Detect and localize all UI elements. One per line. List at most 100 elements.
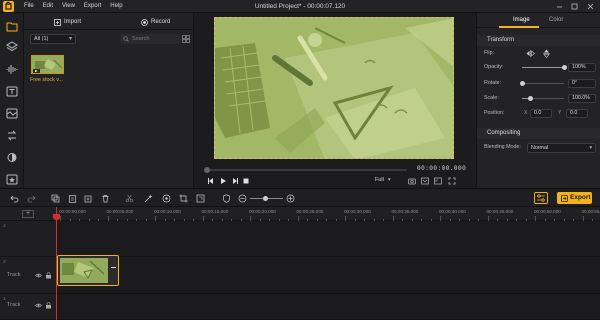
media-search-input[interactable]: Search [120,34,180,44]
menu-help[interactable]: Help [110,3,122,9]
undo-icon[interactable] [10,194,19,203]
snapshot-icon[interactable] [408,177,416,185]
aspect-ratio-icon[interactable] [434,177,442,185]
text-icon[interactable] [5,84,19,98]
eye-icon[interactable] [35,272,42,279]
layers-icon[interactable] [5,39,19,53]
lock-icon[interactable] [45,302,52,309]
blending-mode-select[interactable]: Normal ▾ [527,143,596,153]
quality-select[interactable]: Full ▾ [375,175,397,185]
chevron-down-icon: ▾ [589,145,592,151]
media-item-thumbnail[interactable] [31,55,64,74]
scale-slider[interactable] [522,96,564,101]
fullscreen-icon[interactable] [448,177,456,185]
media-filter-select[interactable]: All (1) ▾ [30,34,76,44]
zoom-slider-knob[interactable] [263,196,268,201]
zoom-out-icon[interactable] [238,194,247,203]
video-clip[interactable] [57,255,119,286]
scale-field[interactable]: 100.0% [568,94,596,103]
duplicate-icon[interactable] [84,194,93,203]
crop-tool-icon[interactable] [179,194,188,203]
position-x-field[interactable]: 0.0 [530,109,552,118]
properties-tabs: Image Color [477,13,600,28]
eye-icon[interactable] [35,302,42,309]
menu-file[interactable]: File [24,3,34,9]
export-button[interactable]: Export [557,192,592,204]
sticker-icon[interactable] [5,106,19,120]
transform-section-header[interactable]: Transform [477,35,600,46]
active-tab-indicator [499,26,539,28]
menu-edit[interactable]: Edit [43,3,53,9]
ruler-tick-label: 00:00:20.000 [249,209,276,214]
close-icon[interactable] [586,2,595,11]
opacity-slider[interactable] [522,65,567,70]
opacity-slider-knob[interactable] [561,65,567,70]
flip-horizontal-icon[interactable] [526,49,535,58]
ruler-tick-label: 00:00:00.000 [59,209,86,214]
copy-icon[interactable] [51,194,60,203]
rotate-slider-knob[interactable] [519,81,525,86]
preview-canvas[interactable] [214,17,454,159]
redo-icon[interactable] [27,194,36,203]
export-icon [561,194,568,202]
rotate-field[interactable]: 0° [568,79,596,88]
playhead-line[interactable] [56,207,57,320]
marker-icon[interactable] [162,194,171,203]
zoom-in-icon[interactable] [286,194,295,203]
scale-slider-knob[interactable] [527,96,533,101]
position-y-label: Y [558,110,562,116]
minimize-icon[interactable] [555,2,564,11]
track-name: Track [7,302,21,308]
menu-view[interactable]: View [62,3,75,9]
frame-back-icon[interactable] [207,177,215,185]
shield-icon[interactable] [222,194,231,203]
track-name: Track [7,272,21,278]
stop-icon[interactable] [242,177,250,185]
delete-icon[interactable] [101,194,110,203]
media-icon[interactable] [5,19,19,33]
play-icon[interactable] [219,177,227,185]
left-rail [0,13,24,188]
ruler-tick-label: 00:00:10.000 [154,209,181,214]
maximize-icon[interactable] [570,2,579,11]
scrubber-knob[interactable] [204,167,210,173]
compositing-section-header[interactable]: Compositing [477,128,600,139]
ruler-tick-label: 00:00:15.000 [201,209,229,214]
position-y-field[interactable]: 0.0 [566,109,588,118]
flip-label: Flip: [484,50,495,56]
timeline-ruler[interactable]: + 00:00:00.000 00:00:05.000 00:00:10.000 00… [0,207,600,221]
opacity-field[interactable]: 100% [568,63,596,72]
timeline-settings-button[interactable] [534,192,548,204]
paste-icon[interactable] [68,194,77,203]
media-panel: Import Record All (1) ▾ Search Free stoc… [24,13,194,188]
menu-bar: File Edit View Export Help [24,3,123,9]
menu-export[interactable]: Export [84,3,101,9]
record-button[interactable]: Record [141,17,170,27]
import-label: Import [64,19,82,25]
audio-icon[interactable] [5,62,19,76]
track-row-1[interactable]: 1 Track [0,294,600,320]
import-button[interactable]: Import [54,17,81,27]
filter-icon[interactable] [5,150,19,164]
preview-image [215,18,453,158]
crop-icon[interactable] [421,177,429,185]
tab-color[interactable]: Color [549,17,563,23]
speed-icon[interactable] [196,194,205,203]
transition-icon[interactable] [5,128,19,142]
tab-image[interactable]: Image [513,17,530,23]
effect-icon[interactable] [5,172,19,186]
ruler-tick-label: 00:00:50.000 [534,209,561,214]
clip-trim-handle[interactable] [111,267,116,268]
preview-scrubber[interactable] [204,167,407,173]
flip-vertical-icon[interactable] [542,49,551,58]
track-header-3: 3 [0,221,57,256]
track-row-3[interactable]: 3 [0,221,600,257]
quality-value: Full [375,177,384,183]
frame-forward-icon[interactable] [231,177,239,185]
grid-view-icon[interactable] [182,35,190,43]
rotate-slider[interactable] [519,81,564,86]
add-track-button[interactable]: + [22,210,34,218]
lock-icon[interactable] [45,272,52,279]
magic-icon[interactable] [144,194,153,203]
split-icon[interactable] [125,194,134,203]
